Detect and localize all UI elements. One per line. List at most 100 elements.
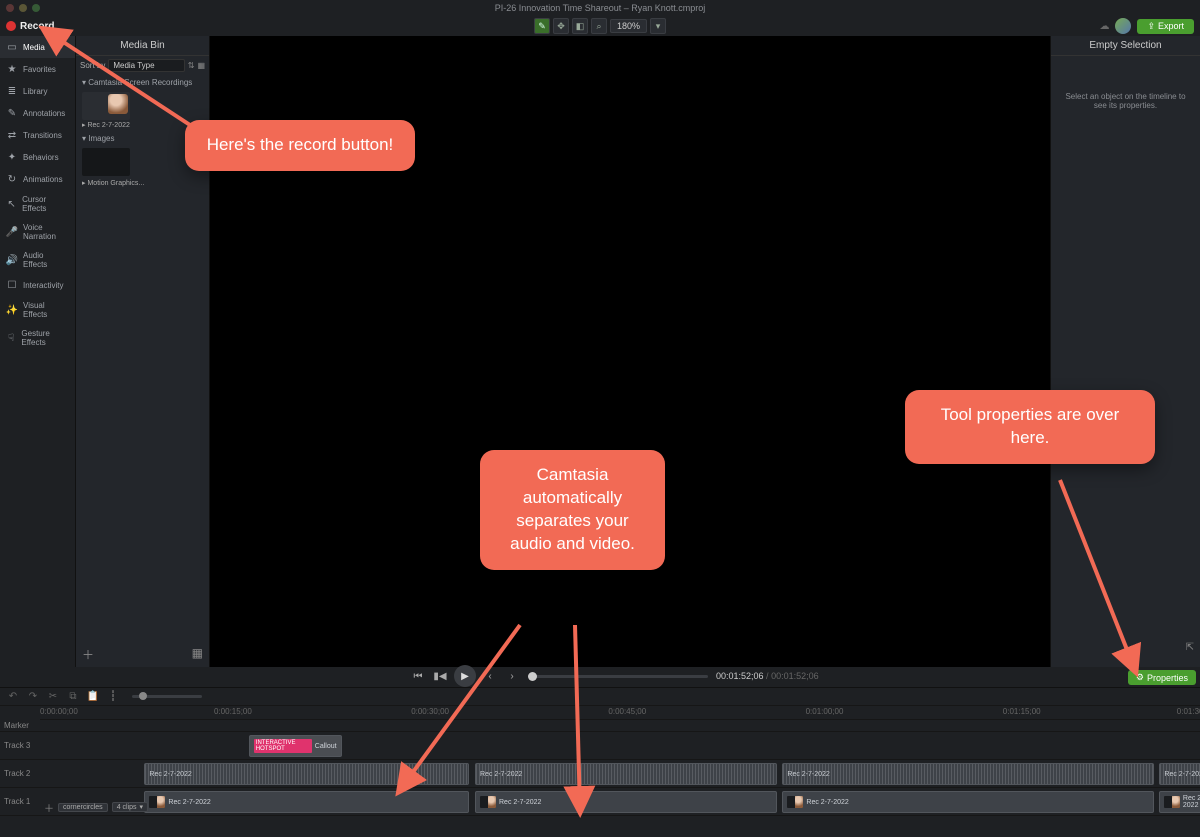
sidebar-item-label: Visual Effects bbox=[23, 301, 69, 319]
clip-video[interactable]: Rec 2-7-2022 bbox=[144, 791, 469, 813]
sidebar-item-gesture-effects[interactable]: ☟Gesture Effects bbox=[0, 324, 75, 352]
sidebar-item-interactivity[interactable]: ☐Interactivity bbox=[0, 274, 75, 296]
sidebar-item-favorites[interactable]: ★ Favorites bbox=[0, 58, 75, 80]
track-header[interactable]: Track 2 bbox=[0, 769, 40, 778]
sidebar-item-annotations[interactable]: ✎ Annotations bbox=[0, 102, 75, 124]
magnify-tool-button[interactable]: ⌕ bbox=[591, 18, 607, 34]
seek-bar[interactable] bbox=[528, 675, 708, 678]
seek-handle[interactable] bbox=[528, 672, 537, 681]
record-button[interactable]: Record bbox=[6, 21, 54, 32]
ruler-tick: 0:00:15;00 bbox=[214, 707, 252, 716]
edit-tool-button[interactable]: ✎ bbox=[534, 18, 550, 34]
cut-button[interactable]: ✂ bbox=[46, 690, 60, 704]
sidebar-item-label: Behaviors bbox=[23, 153, 59, 162]
zoom-dropdown-icon[interactable]: ▾ bbox=[650, 18, 666, 34]
marker-label: Marker bbox=[0, 721, 40, 730]
sort-asc-icon[interactable]: ⇅ bbox=[188, 61, 195, 70]
grid-view-icon[interactable]: ▦ bbox=[192, 646, 203, 663]
sidebar-item-animations[interactable]: ↻Animations bbox=[0, 168, 75, 190]
ruler-tick: 0:01:30;00 bbox=[1177, 707, 1200, 716]
sidebar-item-label: Annotations bbox=[23, 109, 65, 118]
sidebar-item-label: Audio Effects bbox=[23, 251, 69, 269]
clip-video[interactable]: Rec 2-7-2022 bbox=[1159, 791, 1200, 813]
timeline-zoom-slider[interactable] bbox=[132, 695, 202, 698]
step-back-button[interactable]: ▮◀ bbox=[432, 668, 448, 684]
next-frame-button[interactable]: › bbox=[504, 668, 520, 684]
sidebar-item-media[interactable]: ▭Media bbox=[0, 36, 75, 58]
mic-icon: 🎤 bbox=[6, 226, 18, 238]
ruler-tick: 0:00:45;00 bbox=[608, 707, 646, 716]
hotspot-badge: INTERACTIVE HOTSPOT bbox=[254, 739, 312, 753]
detach-panel-icon[interactable]: ⇱ bbox=[1186, 642, 1194, 653]
track-row[interactable]: Track 3 INTERACTIVE HOTSPOT Callout bbox=[0, 732, 1200, 760]
media-thumbnail[interactable]: ▸ Rec 2-7-2022 bbox=[82, 92, 130, 129]
sidebar-item-visual-effects[interactable]: ✨ Visual Effects bbox=[0, 296, 75, 324]
timeline-ruler[interactable]: 0:00:00;00 0:00:15;00 0:00:30;00 0:00:45… bbox=[40, 706, 1200, 720]
main-area: ▭Media ★Favorites ≣Library ✎Annotations … bbox=[0, 36, 1200, 667]
sidebar-item-transitions[interactable]: ⇄Transitions bbox=[0, 124, 75, 146]
timeline-zoom-handle[interactable] bbox=[139, 692, 147, 700]
sidebar-item-library[interactable]: ≣Library bbox=[0, 80, 75, 102]
zoom-level[interactable]: 180% bbox=[610, 19, 647, 33]
transport-bar: ⏮ ▮◀ ▶ ‹ › 00:01:52;06 / 00:01:52;06 bbox=[210, 667, 1050, 685]
track-header[interactable]: Track 3 bbox=[0, 741, 40, 750]
clip-audio[interactable]: Rec 2-7-2022 bbox=[782, 763, 1153, 785]
track-row[interactable]: Track 1 Rec 2-7-2022 Rec 2-7-2022 Rec 2-… bbox=[0, 788, 1200, 816]
sidebar-item-voice-narration[interactable]: 🎤Voice Narration bbox=[0, 218, 75, 246]
annotation-note: Here's the record button! bbox=[185, 120, 415, 171]
play-button[interactable]: ▶ bbox=[454, 665, 476, 687]
user-avatar[interactable] bbox=[1115, 18, 1131, 34]
interactivity-icon: ☐ bbox=[6, 279, 18, 291]
track-header[interactable]: Track 1 bbox=[0, 797, 40, 806]
prev-frame-button[interactable]: ⏮ bbox=[410, 668, 426, 684]
annotations-icon: ✎ bbox=[6, 107, 18, 119]
add-media-button[interactable]: ＋ bbox=[82, 646, 94, 663]
wand-icon: ✨ bbox=[6, 304, 18, 316]
crop-tool-button[interactable]: ◧ bbox=[572, 18, 588, 34]
clip-audio[interactable]: Rec 2-7-2022 bbox=[144, 763, 469, 785]
track-row[interactable]: Track 2 Rec 2-7-2022 Rec 2-7-2022 Rec 2-… bbox=[0, 760, 1200, 788]
subclip-count[interactable]: 4 clips ▾ bbox=[112, 802, 148, 812]
sort-select[interactable]: Media Type bbox=[108, 59, 184, 72]
thumbnail-label: ▸ Motion Graphics... bbox=[82, 179, 209, 187]
sidebar-item-behaviors[interactable]: ✦Behaviors bbox=[0, 146, 75, 168]
sidebar-item-audio-effects[interactable]: 🔊 Audio Effects bbox=[0, 246, 75, 274]
redo-button[interactable]: ↷ bbox=[26, 690, 40, 704]
export-button[interactable]: ⇪ Export bbox=[1137, 19, 1194, 34]
annotation-note: Tool properties are over here. bbox=[905, 390, 1155, 464]
paste-button[interactable]: 📋 bbox=[86, 690, 100, 704]
category-label: Images bbox=[88, 134, 114, 143]
animations-icon: ↻ bbox=[6, 173, 18, 185]
category-label: Camtasia Screen Recordings bbox=[88, 78, 192, 87]
subclip[interactable]: cornercircles bbox=[58, 803, 108, 812]
sidebar-item-label: Favorites bbox=[23, 65, 56, 74]
cloud-icon[interactable]: ☁ bbox=[1099, 21, 1109, 32]
clip-audio[interactable]: Rec 2-7-2022 bbox=[475, 763, 777, 785]
media-icon: ▭ bbox=[6, 41, 18, 53]
clip-video[interactable]: Rec 2-7-2022 bbox=[782, 791, 1153, 813]
tool-sidebar: ▭Media ★Favorites ≣Library ✎Annotations … bbox=[0, 36, 76, 667]
speaker-icon: 🔊 bbox=[6, 254, 18, 266]
transitions-icon: ⇄ bbox=[6, 129, 18, 141]
timeline-panel: ↶ ↷ ✂ ⧉ 📋 ┇ 0:00:00;00 0:00:15;00 0:00:3… bbox=[0, 687, 1200, 837]
clip-audio[interactable]: Rec 2-7-2022 bbox=[1159, 763, 1200, 785]
clip-callout[interactable]: INTERACTIVE HOTSPOT Callout bbox=[249, 735, 342, 757]
clip-video[interactable]: Rec 2-7-2022 bbox=[475, 791, 777, 813]
clip-label: Rec 2-7-2022 bbox=[806, 799, 848, 806]
marker-row[interactable]: Marker bbox=[0, 720, 1200, 732]
export-icon: ⇪ bbox=[1147, 21, 1155, 32]
hand-tool-button[interactable]: ✥ bbox=[553, 18, 569, 34]
timecode: 00:01:52;06 / 00:01:52;06 bbox=[716, 671, 819, 681]
copy-button[interactable]: ⧉ bbox=[66, 690, 80, 704]
category-screen-recordings[interactable]: ▾ Camtasia Screen Recordings bbox=[76, 75, 209, 90]
step-fwd-button[interactable]: ‹ bbox=[482, 668, 498, 684]
undo-button[interactable]: ↶ bbox=[6, 690, 20, 704]
media-thumbnail[interactable] bbox=[82, 148, 130, 176]
add-track-button[interactable]: ＋ bbox=[44, 800, 54, 815]
split-button[interactable]: ┇ bbox=[106, 690, 120, 704]
properties-button[interactable]: ⚙ Properties bbox=[1128, 670, 1196, 685]
sidebar-item-cursor-effects[interactable]: ↖Cursor Effects bbox=[0, 190, 75, 218]
record-label: Record bbox=[20, 21, 54, 32]
view-toggle-icon[interactable]: ▦ bbox=[197, 61, 205, 70]
star-icon: ★ bbox=[6, 63, 18, 75]
